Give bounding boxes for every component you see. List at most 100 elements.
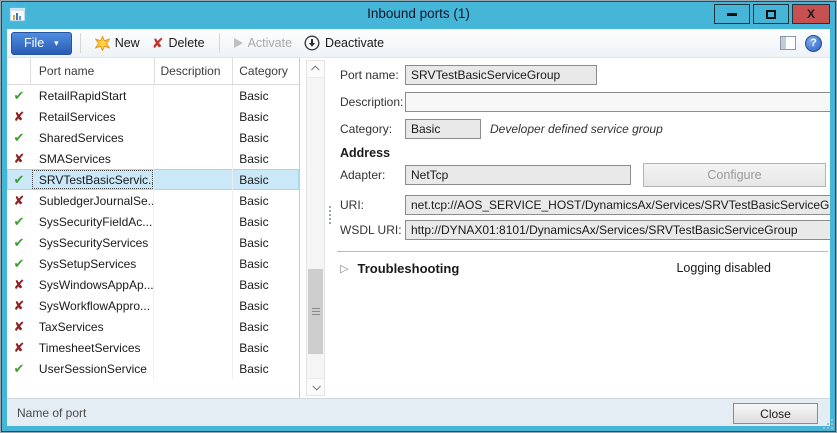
- check-icon: ✔: [13, 255, 25, 271]
- play-icon: [233, 38, 243, 48]
- description-cell: [154, 190, 234, 211]
- scrollbar-thumb[interactable]: [308, 269, 323, 354]
- port-name-cell: SMAServices: [31, 148, 155, 169]
- port-name-cell: SysSecurityServices: [31, 232, 155, 253]
- port-name-cell: RetailRapidStart: [31, 85, 155, 106]
- file-menu-button[interactable]: File ▾: [11, 31, 72, 55]
- column-header-status[interactable]: [7, 58, 31, 84]
- x-icon: ✘: [13, 318, 25, 334]
- category-cell: Basic: [239, 298, 269, 313]
- troubleshooting-label: Troubleshooting: [357, 260, 460, 276]
- table-row[interactable]: ✔ SRVTestBasicServic... Basic: [7, 169, 299, 190]
- port-name-label: Port name:: [340, 67, 399, 82]
- x-icon: ✘: [13, 276, 25, 292]
- grid-scrollbar[interactable]: [306, 60, 325, 396]
- toolbar-separator: [218, 33, 220, 53]
- file-menu-label: File: [24, 36, 45, 50]
- wsdl-uri-label: WSDL URI:: [340, 222, 402, 237]
- category-cell: Basic: [239, 88, 269, 103]
- description-cell: [154, 85, 234, 106]
- statusbar-hint: Name of port: [17, 405, 87, 420]
- port-name-cell: SubledgerJournalSe...: [31, 190, 155, 211]
- layout-pane-icon[interactable]: [780, 36, 796, 50]
- table-row[interactable]: ✔ SharedServices Basic: [7, 127, 299, 148]
- category-cell: Basic: [239, 130, 269, 145]
- table-row[interactable]: ✔ RetailRapidStart Basic: [7, 85, 299, 106]
- toolbar-separator: [79, 33, 81, 53]
- x-icon: ✘: [13, 339, 25, 355]
- expander-arrow-icon: ▷: [340, 262, 349, 275]
- description-cell: [154, 337, 234, 358]
- help-icon[interactable]: ?: [805, 34, 822, 52]
- splitter-handle[interactable]: [329, 206, 332, 224]
- description-cell: [154, 358, 234, 379]
- chevron-down-icon: [311, 382, 321, 391]
- close-button[interactable]: Close: [733, 403, 818, 424]
- table-row[interactable]: ✘ SysWorkflowAppro... Basic: [7, 295, 299, 316]
- minimize-button[interactable]: [714, 4, 750, 24]
- category-cell: Basic: [239, 151, 269, 166]
- port-name-cell: SysWindowsAppAp...: [31, 274, 155, 295]
- table-row[interactable]: ✔ SysSecurityServices Basic: [7, 232, 299, 253]
- table-row[interactable]: ✘ TimesheetServices Basic: [7, 337, 299, 358]
- table-row[interactable]: ✔ UserSessionService Basic: [7, 358, 299, 379]
- new-button[interactable]: New: [89, 31, 146, 55]
- check-icon: ✔: [13, 234, 25, 250]
- table-row[interactable]: ✘ SysWindowsAppAp... Basic: [7, 274, 299, 295]
- adapter-field[interactable]: NetTcp: [405, 164, 631, 185]
- window-title: Inbound ports (1): [367, 6, 470, 21]
- check-icon: ✔: [13, 87, 25, 103]
- ports-grid: Port name Description Category ✔ RetailRa…: [7, 58, 300, 398]
- section-divider: [337, 251, 828, 252]
- resize-grip[interactable]: [823, 418, 834, 429]
- chevron-up-icon: [310, 65, 320, 74]
- uri-field[interactable]: net.tcp://AOS_SERVICE_HOST/DynamicsAx/Se…: [405, 194, 830, 215]
- port-name-field[interactable]: SRVTestBasicServiceGroup: [405, 64, 597, 85]
- table-row[interactable]: ✘ RetailServices Basic: [7, 106, 299, 127]
- titlebar[interactable]: Inbound ports (1) X: [2, 2, 835, 29]
- column-header-description[interactable]: Description: [155, 58, 234, 84]
- description-cell: [154, 232, 234, 253]
- port-name-cell: TaxServices: [31, 316, 155, 337]
- port-name-cell: TimesheetServices: [31, 337, 155, 358]
- column-header-port-name[interactable]: Port name: [31, 58, 155, 84]
- table-row[interactable]: ✘ TaxServices Basic: [7, 316, 299, 337]
- window-controls: X: [714, 4, 830, 24]
- category-cell: Basic: [239, 319, 269, 334]
- category-note: Developer defined service group: [490, 121, 663, 136]
- category-field[interactable]: Basic: [405, 118, 481, 139]
- category-cell: Basic: [239, 235, 269, 250]
- check-icon: ✔: [13, 171, 25, 187]
- new-button-label: New: [114, 36, 140, 50]
- x-icon: ✘: [13, 150, 25, 166]
- port-name-cell: SharedServices: [31, 127, 155, 148]
- adapter-label: Adapter:: [340, 167, 386, 182]
- table-row[interactable]: ✘ SubledgerJournalSe... Basic: [7, 190, 299, 211]
- troubleshooting-section[interactable]: ▷ Troubleshooting Logging disabled: [340, 257, 826, 279]
- delete-button[interactable]: ✘ Delete: [146, 31, 211, 55]
- column-header-category[interactable]: Category: [233, 58, 299, 84]
- content-area: Port name Description Category ✔ RetailRa…: [7, 58, 830, 398]
- scroll-up-button[interactable]: [307, 61, 324, 78]
- deactivate-button[interactable]: Deactivate: [298, 31, 390, 55]
- deactivate-icon: [304, 35, 320, 51]
- maximize-button[interactable]: [753, 4, 789, 24]
- table-row[interactable]: ✘ SMAServices Basic: [7, 148, 299, 169]
- description-field[interactable]: [405, 91, 830, 112]
- description-cell: [154, 274, 234, 295]
- wsdl-uri-field[interactable]: http://DYNAX01:8101/DynamicsAx/Services/…: [405, 219, 830, 240]
- table-row[interactable]: ✔ SysSetupServices Basic: [7, 253, 299, 274]
- table-row[interactable]: ✔ SysSecurityFieldAc... Basic: [7, 211, 299, 232]
- activate-button[interactable]: Activate: [228, 31, 298, 55]
- delete-button-label: Delete: [168, 36, 205, 50]
- new-star-icon: [94, 35, 110, 51]
- description-cell: [154, 253, 234, 274]
- scroll-down-button[interactable]: [307, 378, 324, 395]
- configure-button[interactable]: Configure: [643, 162, 826, 187]
- category-cell: Basic: [239, 361, 269, 376]
- close-window-button[interactable]: X: [792, 4, 830, 24]
- port-name-cell: SysWorkflowAppro...: [31, 295, 155, 316]
- check-icon: ✔: [13, 360, 25, 376]
- inbound-ports-window: Inbound ports (1) X File ▾ New ✘ Delete …: [1, 1, 836, 432]
- minimize-icon: [727, 12, 737, 16]
